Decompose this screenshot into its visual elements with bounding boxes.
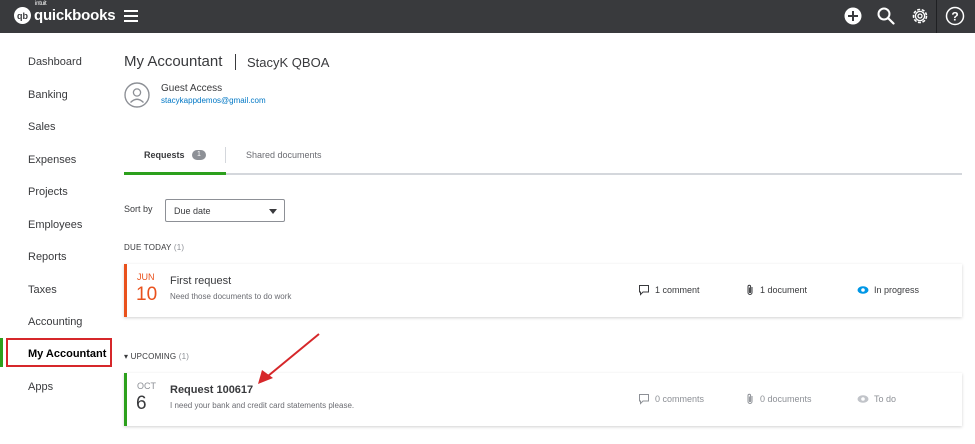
tab-shared-documents[interactable]: Shared documents: [246, 150, 322, 160]
quickbooks-logo[interactable]: qb intuit quickbooks: [14, 1, 116, 24]
sidebar-item-apps[interactable]: Apps: [28, 381, 53, 393]
sidebar-item-banking[interactable]: Banking: [28, 89, 68, 101]
tabs-bar: Requests 1 Shared documents: [124, 137, 962, 175]
sidebar-item-dashboard[interactable]: Dashboard: [28, 56, 82, 68]
request-description: Need those documents to do work: [170, 292, 292, 301]
sidebar-item-accounting[interactable]: Accounting: [28, 316, 82, 328]
comments-count[interactable]: 0 comments: [638, 393, 704, 405]
sidebar-item-employees[interactable]: Employees: [28, 219, 82, 231]
caret-down-icon: ▾: [124, 352, 129, 361]
due-today-header: DUE TODAY (1): [124, 243, 184, 252]
company-name: StacyK QBOA: [247, 55, 330, 70]
status-in-progress: In progress: [857, 284, 919, 296]
logo-intuit: intuit: [35, 1, 47, 7]
menu-icon[interactable]: [124, 10, 138, 22]
sort-dropdown[interactable]: Due date: [165, 199, 285, 222]
paperclip-icon: [747, 284, 753, 295]
top-bar: qb intuit quickbooks ?: [0, 0, 975, 33]
sidebar-item-reports[interactable]: Reports: [28, 251, 67, 263]
documents-count[interactable]: 1 document: [745, 284, 807, 296]
sidebar-item-sales[interactable]: Sales: [28, 121, 56, 133]
request-title: First request: [170, 275, 232, 287]
caret-down-icon: [269, 209, 277, 214]
upcoming-label: UPCOMING: [130, 352, 177, 361]
comments-text: 0 comments: [655, 394, 705, 404]
request-description: I need your bank and credit card stateme…: [170, 401, 355, 410]
title-separator: [235, 54, 236, 70]
comments-text: 1 comment: [655, 285, 700, 295]
active-indicator: [0, 338, 3, 367]
requests-count-badge: 1: [192, 150, 206, 160]
sidebar-item-taxes[interactable]: Taxes: [28, 284, 57, 296]
avatar-icon: [124, 82, 150, 108]
documents-count[interactable]: 0 documents: [745, 393, 812, 405]
request-card-100617[interactable]: OCT 6 Request 100617 I need your bank an…: [124, 373, 962, 426]
guest-access-label: Guest Access: [161, 83, 223, 94]
eye-icon: [857, 395, 869, 403]
request-title: Request 100617: [170, 384, 254, 396]
due-month: OCT: [137, 381, 156, 391]
status-to-do: To do: [857, 393, 896, 405]
upcoming-header[interactable]: ▾ UPCOMING (1): [124, 352, 189, 361]
sidebar-item-projects[interactable]: Projects: [28, 186, 68, 198]
main-content: My Accountant StacyK QBOA Guest Access s…: [114, 33, 975, 444]
tab-requests-label: Requests: [144, 150, 185, 160]
logo-wordmark: intuit quickbooks: [34, 1, 116, 24]
tab-separator: [225, 147, 226, 163]
due-today-count: (1): [173, 243, 185, 252]
paperclip-icon: [747, 393, 753, 404]
search-icon[interactable]: [876, 6, 896, 26]
documents-text: 0 documents: [760, 394, 812, 404]
comment-icon: [639, 285, 649, 296]
logo-mark: qb: [14, 7, 31, 24]
help-icon[interactable]: ?: [945, 6, 965, 26]
status-text: In progress: [874, 285, 920, 295]
svg-text:?: ?: [951, 9, 958, 23]
status-text: To do: [874, 394, 897, 404]
sidebar-item-expenses[interactable]: Expenses: [28, 154, 76, 166]
sidebar-item-my-accountant[interactable]: My Accountant: [28, 348, 106, 360]
sort-value: Due date: [174, 206, 211, 216]
documents-text: 1 document: [760, 285, 808, 295]
upcoming-count: (1): [178, 352, 190, 361]
sidebar: Dashboard Banking Sales Expenses Project…: [0, 33, 114, 444]
eye-icon: [857, 286, 869, 294]
due-today-label: DUE TODAY: [124, 243, 172, 252]
accountant-email[interactable]: stacykappdemos@gmail.com: [161, 96, 266, 105]
comments-count[interactable]: 1 comment: [638, 284, 700, 296]
logo-text: quickbooks: [34, 7, 116, 24]
due-day: 10: [136, 284, 158, 305]
page-title: My Accountant: [124, 53, 223, 70]
plus-circle-icon[interactable]: [843, 6, 863, 26]
due-month: JUN: [137, 272, 155, 282]
due-day: 6: [136, 393, 147, 414]
topbar-divider: [936, 0, 937, 33]
tab-requests[interactable]: Requests 1: [124, 137, 226, 175]
request-card-first[interactable]: JUN 10 First request Need those document…: [124, 264, 962, 317]
gear-icon[interactable]: [910, 6, 930, 26]
sort-label: Sort by: [124, 204, 153, 214]
comment-icon: [639, 394, 649, 405]
